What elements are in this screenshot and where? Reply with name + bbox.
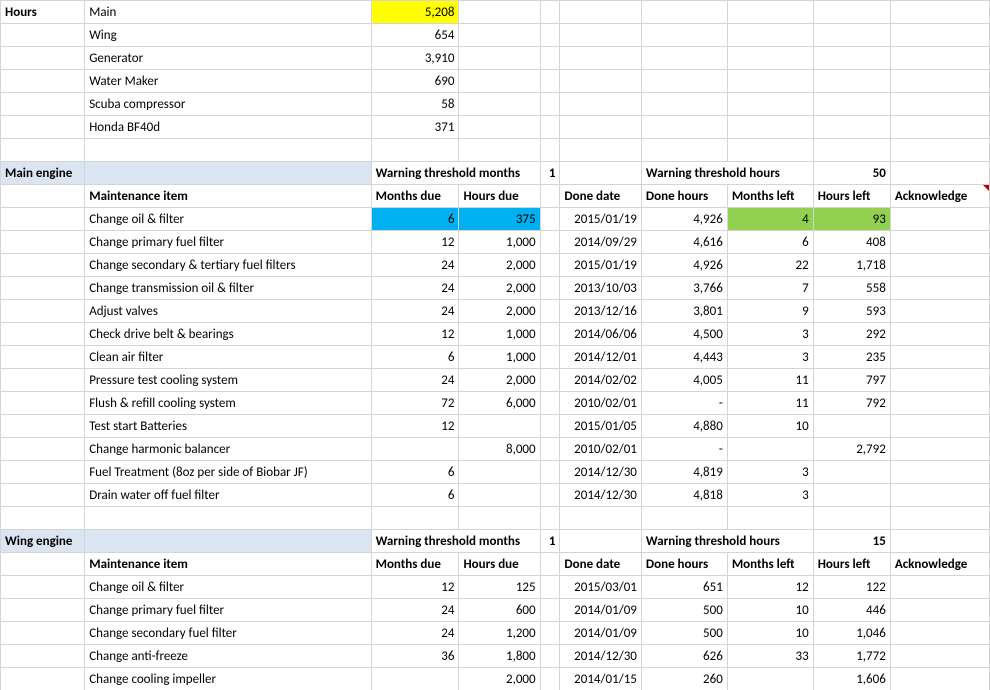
table-row: Change oil & filter121252015/03/01651121… [1, 576, 990, 599]
col-hours-left[interactable]: Hours left [813, 185, 890, 208]
hours-due[interactable]: 375 [459, 208, 540, 231]
col-months-left[interactable]: Months left [727, 185, 813, 208]
months-due[interactable]: 6 [371, 208, 459, 231]
col-done-date[interactable]: Done date [560, 185, 642, 208]
warn-hours-val[interactable]: 15 [813, 530, 890, 553]
hours-row: Hours Main 5,208 [1, 1, 990, 24]
equip-hours[interactable]: 371 [371, 116, 459, 139]
warn-months-label[interactable]: Warning threshold months [371, 162, 540, 185]
section-title[interactable]: Main engine [1, 162, 85, 185]
table-row: Clean air filter61,0002014/12/014,443323… [1, 346, 990, 369]
hours-label[interactable]: Hours [1, 1, 85, 24]
table-row: Test start Batteries122015/01/054,88010 [1, 415, 990, 438]
table-row: Drain water off fuel filter62014/12/304,… [1, 484, 990, 507]
equip-hours[interactable]: 3,910 [371, 47, 459, 70]
table-row: Change secondary fuel filter241,2002014/… [1, 622, 990, 645]
table-row: Change cooling impeller2,0002014/01/1526… [1, 668, 990, 690]
col-maint-item[interactable]: Maintenance item [85, 185, 371, 208]
table-row: Check drive belt & bearings121,0002014/0… [1, 323, 990, 346]
col-done-hours[interactable]: Done hours [641, 185, 727, 208]
equip-hours[interactable]: 654 [371, 24, 459, 47]
column-header-row: Maintenance item Months due Hours due Do… [1, 185, 990, 208]
section-row-main-engine: Main engine Warning threshold months 1 W… [1, 162, 990, 185]
section-title[interactable]: Wing engine [1, 530, 85, 553]
warn-months-val[interactable]: 1 [540, 530, 560, 553]
equip-name[interactable]: Main [85, 1, 371, 24]
col-acknowledge[interactable]: Acknowledge [890, 185, 989, 208]
warn-months-val[interactable]: 1 [540, 162, 560, 185]
hours-row: Honda BF40d 371 [1, 116, 990, 139]
column-header-row: Maintenance item Months due Hours due Do… [1, 553, 990, 576]
section-row-wing-engine: Wing engine Warning threshold months 1 W… [1, 530, 990, 553]
table-row: Change transmission oil & filter242,0002… [1, 277, 990, 300]
months-left[interactable]: 4 [727, 208, 813, 231]
hours-row: Scuba compressor 58 [1, 93, 990, 116]
equip-hours[interactable]: 5,208 [371, 1, 459, 24]
warn-hours-label[interactable]: Warning threshold hours [641, 530, 813, 553]
done-date[interactable]: 2015/01/19 [560, 208, 642, 231]
col-hours-due[interactable]: Hours due [459, 185, 540, 208]
hours-row: Wing 654 [1, 24, 990, 47]
table-row: Change primary fuel filter246002014/01/0… [1, 599, 990, 622]
equip-name[interactable]: Wing [85, 24, 371, 47]
equip-name[interactable]: Water Maker [85, 70, 371, 93]
equip-name[interactable]: Generator [85, 47, 371, 70]
equip-name[interactable]: Scuba compressor [85, 93, 371, 116]
warn-hours-label[interactable]: Warning threshold hours [641, 162, 813, 185]
table-row: Change anti-freeze361,8002014/12/3062633… [1, 645, 990, 668]
maint-item[interactable]: Change oil & filter [85, 208, 371, 231]
table-row: Fuel Treatment (8oz per side of Biobar J… [1, 461, 990, 484]
done-hours[interactable]: 4,926 [641, 208, 727, 231]
warn-hours-val[interactable]: 50 [813, 162, 890, 185]
table-row: Change secondary & tertiary fuel filters… [1, 254, 990, 277]
equip-hours[interactable]: 58 [371, 93, 459, 116]
table-row: Change primary fuel filter121,0002014/09… [1, 231, 990, 254]
hours-row: Generator 3,910 [1, 47, 990, 70]
table-row: Flush & refill cooling system726,0002010… [1, 392, 990, 415]
table-row: Adjust valves242,0002013/12/163,8019593 [1, 300, 990, 323]
table-row: Change harmonic balancer8,0002010/02/01-… [1, 438, 990, 461]
hours-left[interactable]: 93 [813, 208, 890, 231]
equip-hours[interactable]: 690 [371, 70, 459, 93]
hours-row: Water Maker 690 [1, 70, 990, 93]
spreadsheet-grid[interactable]: Hours Main 5,208 Wing 654 Generator 3,91… [0, 0, 990, 690]
col-months-due[interactable]: Months due [371, 185, 459, 208]
table-row: Pressure test cooling system242,0002014/… [1, 369, 990, 392]
equip-name[interactable]: Honda BF40d [85, 116, 371, 139]
warn-months-label[interactable]: Warning threshold months [371, 530, 540, 553]
table-row: Change oil & filter 6 375 2015/01/19 4,9… [1, 208, 990, 231]
